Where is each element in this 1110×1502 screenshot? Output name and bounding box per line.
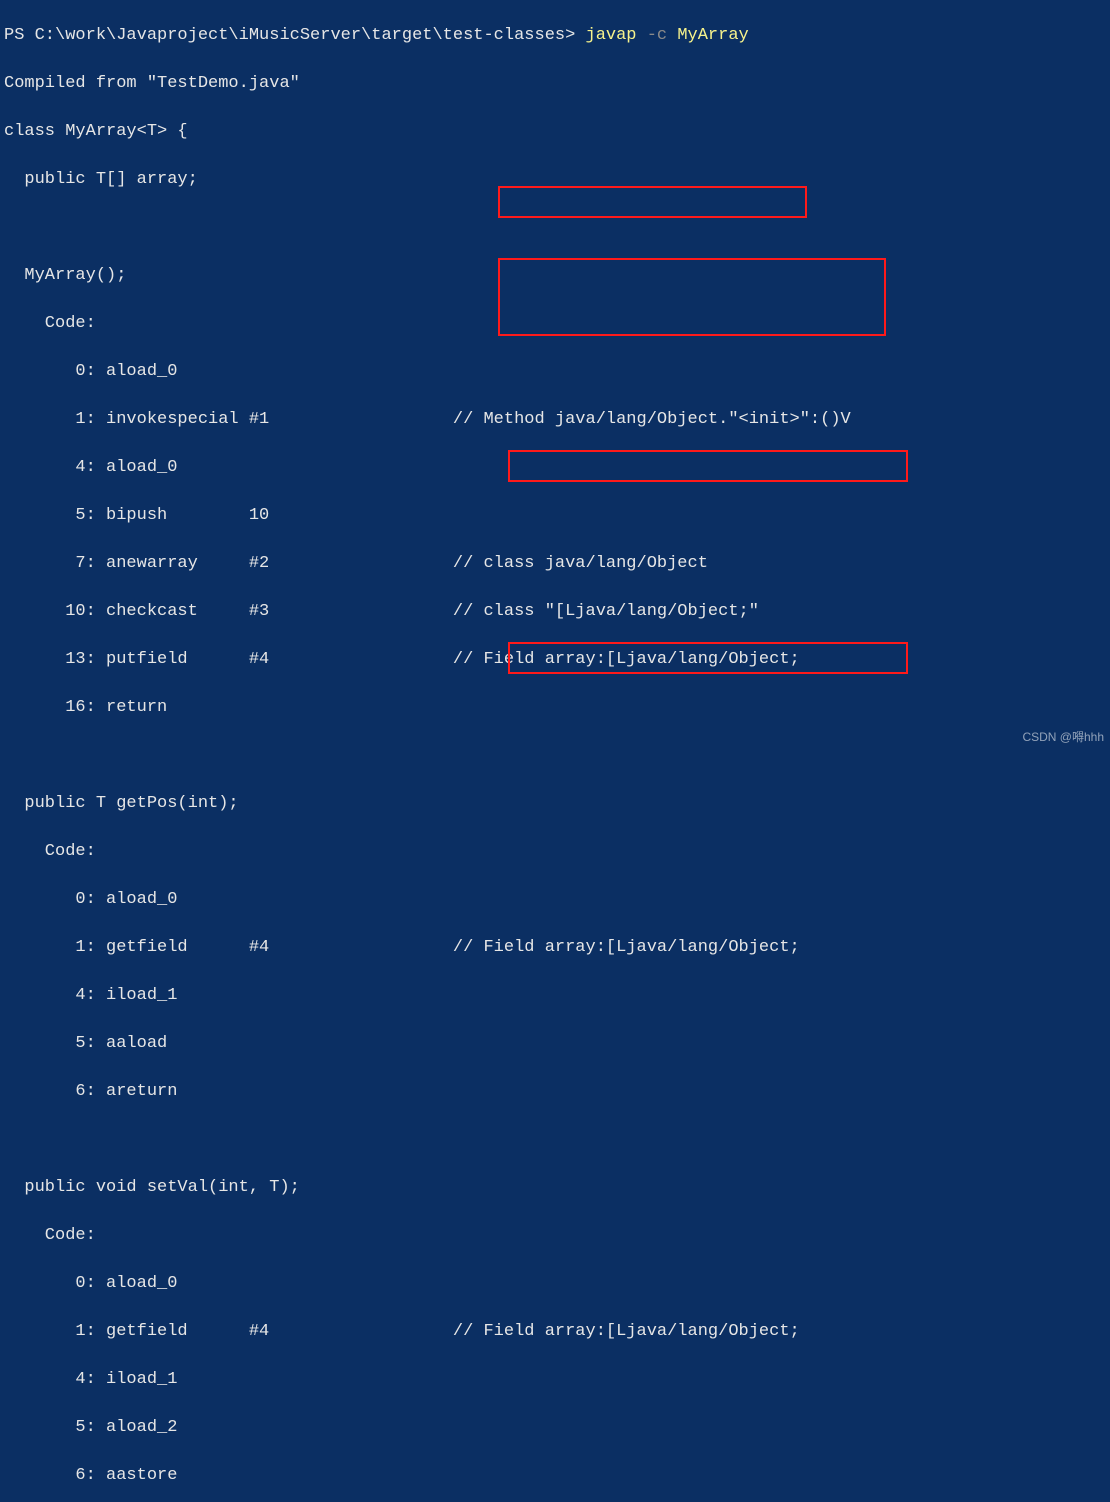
blank-line bbox=[4, 744, 1106, 768]
output-line: 5: bipush 10 bbox=[4, 504, 1106, 528]
output-line: 0: aload_0 bbox=[4, 360, 1106, 384]
watermark: CSDN @嘚hhh bbox=[1022, 725, 1104, 749]
output-line: 1: invokespecial #1 // Method java/lang/… bbox=[4, 408, 1106, 432]
prompt-line[interactable]: PS C:\work\Javaproject\iMusicServer\targ… bbox=[4, 24, 1106, 48]
output-line: 0: aload_0 bbox=[4, 1272, 1106, 1296]
prompt-path: PS C:\work\Javaproject\iMusicServer\targ… bbox=[4, 26, 586, 45]
output-line: 5: aaload bbox=[4, 1032, 1106, 1056]
output-line: 4: iload_1 bbox=[4, 1368, 1106, 1392]
output-line: 6: aastore bbox=[4, 1464, 1106, 1488]
output-line: 13: putfield #4 // Field array:[Ljava/la… bbox=[4, 648, 1106, 672]
output-line: public void setVal(int, T); bbox=[4, 1176, 1106, 1200]
output-line: Code: bbox=[4, 840, 1106, 864]
terminal-output: PS C:\work\Javaproject\iMusicServer\targ… bbox=[0, 0, 1110, 1502]
prompt-arg: MyArray bbox=[677, 26, 748, 45]
output-line: 6: areturn bbox=[4, 1080, 1106, 1104]
output-line: 4: aload_0 bbox=[4, 456, 1106, 480]
output-line: class MyArray<T> { bbox=[4, 120, 1106, 144]
output-line: 4: iload_1 bbox=[4, 984, 1106, 1008]
output-line: MyArray(); bbox=[4, 264, 1106, 288]
output-line: Code: bbox=[4, 312, 1106, 336]
prompt-flag: -c bbox=[647, 26, 678, 45]
output-line: 10: checkcast #3 // class "[Ljava/lang/O… bbox=[4, 600, 1106, 624]
output-line: 1: getfield #4 // Field array:[Ljava/lan… bbox=[4, 936, 1106, 960]
output-line: Compiled from "TestDemo.java" bbox=[4, 72, 1106, 96]
output-line: 0: aload_0 bbox=[4, 888, 1106, 912]
output-line: 16: return bbox=[4, 696, 1106, 720]
output-line: 1: getfield #4 // Field array:[Ljava/lan… bbox=[4, 1320, 1106, 1344]
blank-line bbox=[4, 216, 1106, 240]
output-line: public T[] array; bbox=[4, 168, 1106, 192]
output-line: Code: bbox=[4, 1224, 1106, 1248]
output-line: 5: aload_2 bbox=[4, 1416, 1106, 1440]
output-line: 7: anewarray #2 // class java/lang/Objec… bbox=[4, 552, 1106, 576]
output-line: public T getPos(int); bbox=[4, 792, 1106, 816]
prompt-command: javap bbox=[586, 26, 647, 45]
blank-line bbox=[4, 1128, 1106, 1152]
